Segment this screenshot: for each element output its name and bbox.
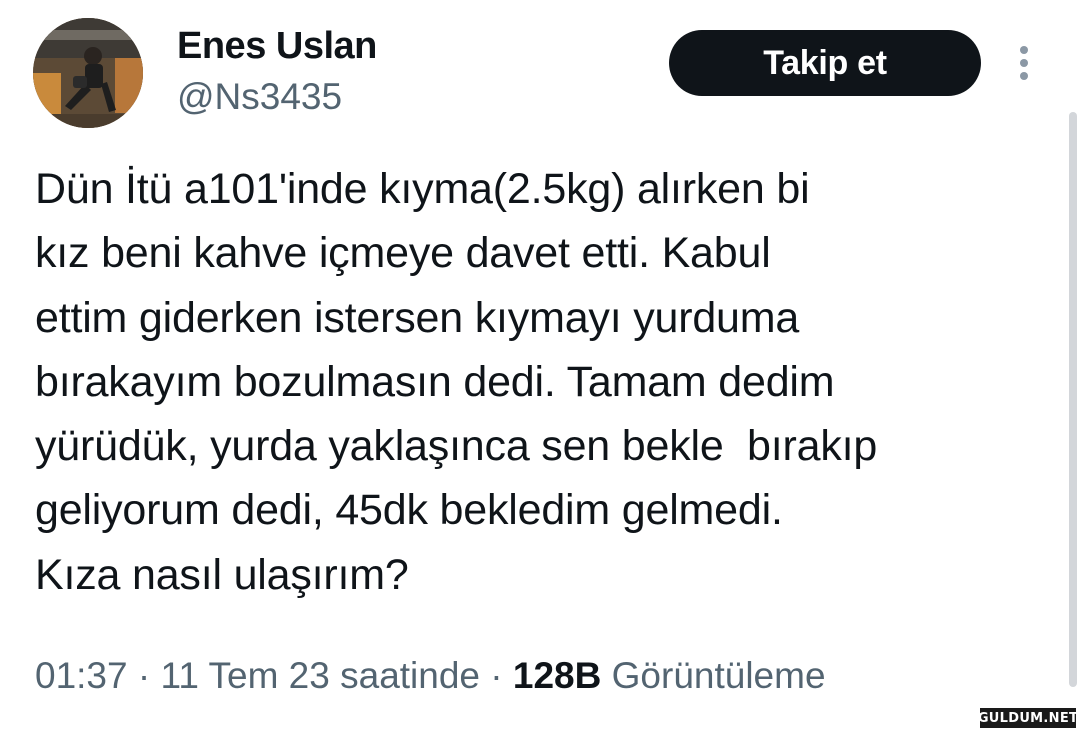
tweet-line: kız beni kahve içmeye davet etti. Kabul [35,229,771,278]
more-dot [1020,46,1028,54]
watermark-logo: GULDUM.NET [978,708,1078,728]
more-dot [1020,72,1028,80]
tweet-text: Dün İtü a101'inde kıyma(2.5kg) alırken b… [35,157,1060,607]
more-vertical-icon[interactable] [1009,42,1039,84]
profile-photo-icon [33,18,143,128]
meta-separator: · [480,655,513,696]
tweet-date[interactable]: 11 Tem 23 saatinde [160,655,480,696]
tweet-line: bırakayım bozulmasın dedi. Tamam dedim [35,357,835,406]
tweet-line: Kıza nasıl ulaşırım? [35,550,409,599]
more-dot [1020,59,1028,67]
tweet-line: yürüdük, yurda yaklaşınca sen bekle bıra… [35,422,878,471]
tweet-line: geliyorum dedi, 45dk bekledim gelmedi. [35,486,783,535]
tweet-line: Dün İtü a101'inde kıyma(2.5kg) alırken b… [35,165,810,213]
tweet-time[interactable]: 01:37 [35,655,128,696]
user-handle[interactable]: @Ns3435 [177,74,342,120]
scrollbar[interactable] [1069,112,1077,687]
tweet-line: ettim giderken istersen kıymayı yurduma [35,293,800,342]
meta-separator: · [127,655,161,696]
display-name[interactable]: Enes Uslan [177,22,377,70]
avatar[interactable] [33,18,143,128]
tweet-meta: 01:37 · 11 Tem 23 saatinde · 128B Görünt… [35,650,826,702]
views-count: 128B [512,655,602,696]
follow-button[interactable]: Takip et [669,30,981,96]
views-label: Görüntüleme [611,655,826,696]
